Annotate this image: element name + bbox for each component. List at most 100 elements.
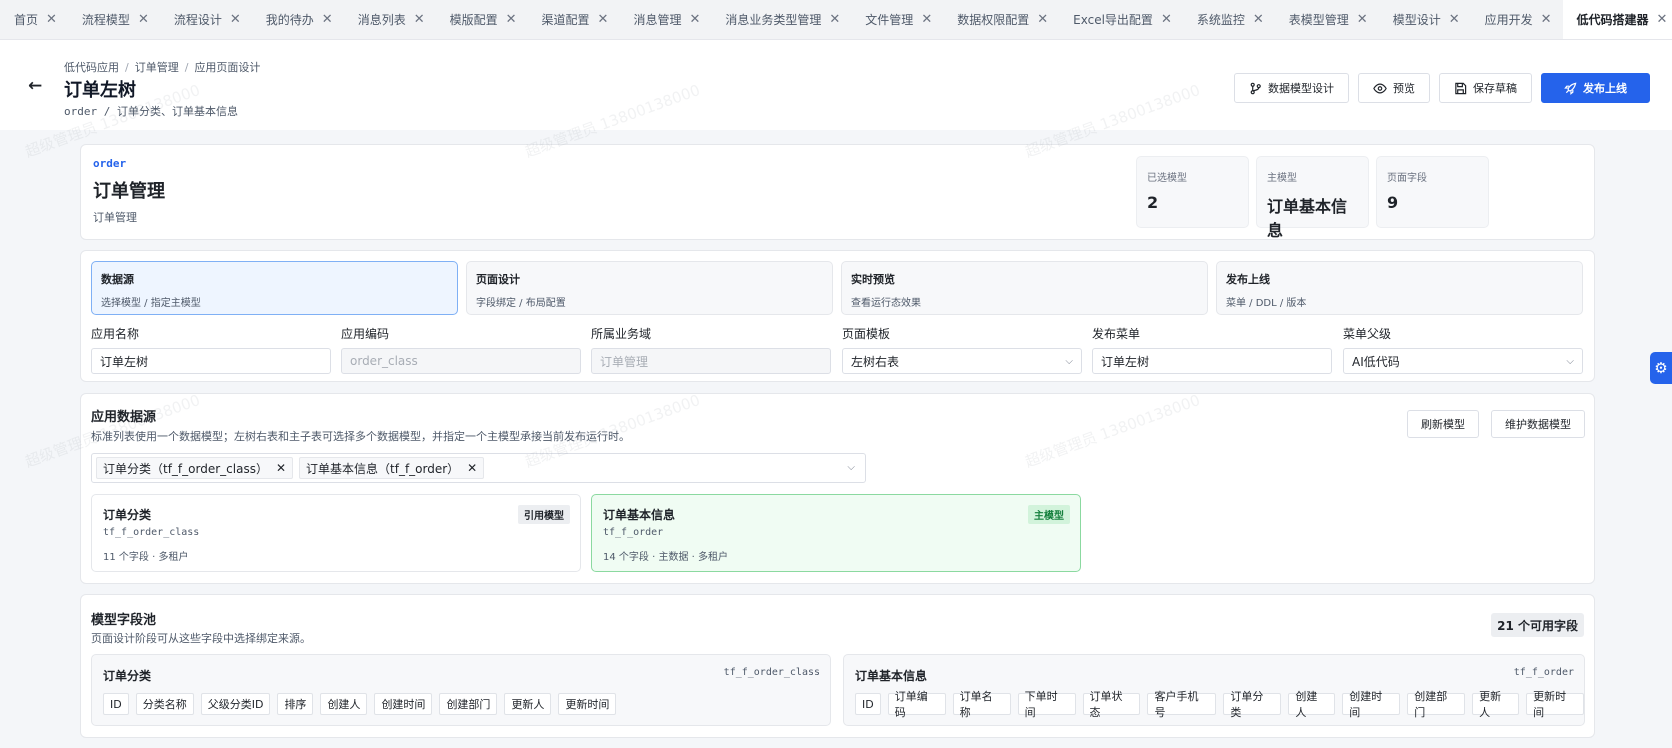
close-icon[interactable]: ✕ bbox=[230, 13, 241, 26]
maintain-models-button[interactable]: 维护数据模型 bbox=[1491, 410, 1585, 438]
field-template: 页面模板 左树右表 ⌵ bbox=[842, 325, 1082, 374]
close-icon[interactable]: ✕ bbox=[1449, 13, 1460, 26]
field-chip[interactable]: 创建人 bbox=[320, 693, 368, 715]
step-live-preview[interactable]: 实时预览 查看运行态效果 bbox=[841, 261, 1208, 315]
tab-system-monitor[interactable]: 系统监控 ✕ bbox=[1183, 0, 1275, 39]
field-chip[interactable]: 分类名称 bbox=[135, 693, 194, 715]
field-menu: 发布菜单 订单左树 bbox=[1092, 325, 1332, 374]
git-branch-icon bbox=[1249, 82, 1262, 95]
tab-process-design[interactable]: 流程设计 ✕ bbox=[160, 0, 252, 39]
config-card: 数据源 选择模型 / 指定主模型 页面设计 字段绑定 / 布局配置 实时预览 查… bbox=[80, 250, 1595, 382]
field-chip[interactable]: ID bbox=[855, 693, 881, 715]
tab-message-biz-type[interactable]: 消息业务类型管理 ✕ bbox=[711, 0, 851, 39]
close-icon[interactable]: ✕ bbox=[829, 13, 840, 26]
tab-data-permission[interactable]: 数据权限配置 ✕ bbox=[943, 0, 1059, 39]
field-chip[interactable]: 创建部门 bbox=[439, 693, 498, 715]
app-description: 订单管理 bbox=[93, 211, 137, 224]
model-card-order[interactable]: 订单基本信息 tf_f_order 14 个字段 · 主数据 · 多租户 主模型 bbox=[591, 494, 1081, 572]
tab-my-todo[interactable]: 我的待办 ✕ bbox=[252, 0, 344, 39]
breadcrumb-item: 应用页面设计 bbox=[194, 61, 261, 74]
save-icon bbox=[1454, 82, 1467, 95]
close-icon[interactable]: ✕ bbox=[1161, 13, 1172, 26]
field-parent-menu: 菜单父级 AI低代码 ⌵ bbox=[1343, 325, 1583, 374]
page-header: ← 低代码应用 / 订单管理 / 应用页面设计 订单左树 order / 订单分类、订单… bbox=[0, 40, 1672, 130]
breadcrumb-item[interactable]: 订单管理 bbox=[135, 61, 179, 74]
tab-process-model[interactable]: 流程模型 ✕ bbox=[68, 0, 160, 39]
reference-model-badge: 引用模型 bbox=[518, 505, 570, 524]
tab-model-design[interactable]: 模型设计 ✕ bbox=[1379, 0, 1471, 39]
tab-template-config[interactable]: 模版配置 ✕ bbox=[436, 0, 528, 39]
model-design-button[interactable]: 数据模型设计 bbox=[1234, 73, 1349, 103]
field-pool-card: 模型字段池 页面设计阶段可从这些字段中选择绑定来源。 21 个可用字段 订单分类… bbox=[80, 594, 1595, 738]
gear-icon[interactable]: ⚙ bbox=[1650, 352, 1672, 384]
close-icon[interactable]: ✕ bbox=[689, 13, 700, 26]
field-chip[interactable]: 订单编码 bbox=[887, 690, 946, 719]
chevron-down-icon: ⌵ bbox=[1065, 355, 1073, 367]
breadcrumb: 低代码应用 / 订单管理 / 应用页面设计 bbox=[64, 61, 261, 74]
close-icon[interactable]: ✕ bbox=[921, 13, 932, 26]
field-app-name: 应用名称 订单左树 bbox=[91, 325, 331, 374]
menu-input[interactable]: 订单左树 bbox=[1092, 348, 1332, 374]
breadcrumb-item[interactable]: 低代码应用 bbox=[64, 61, 119, 74]
close-icon[interactable]: ✕ bbox=[1657, 13, 1668, 26]
close-icon[interactable]: ✕ bbox=[1357, 13, 1368, 26]
close-icon[interactable]: ✕ bbox=[467, 461, 477, 475]
save-draft-button[interactable]: 保存草稿 bbox=[1439, 73, 1532, 103]
tab-home[interactable]: 首页 ✕ bbox=[0, 0, 68, 39]
field-chip[interactable]: 更新人 bbox=[1472, 690, 1520, 719]
field-chip[interactable]: 订单状态 bbox=[1082, 690, 1141, 719]
field-chip[interactable]: 订单名称 bbox=[952, 690, 1011, 719]
publish-button[interactable]: 发布上线 bbox=[1541, 73, 1650, 103]
field-chip[interactable]: 更新时间 bbox=[1526, 690, 1585, 719]
parent-menu-select[interactable]: AI低代码 ⌵ bbox=[1343, 348, 1583, 374]
close-icon[interactable]: ✕ bbox=[1037, 13, 1048, 26]
app-code-input: order_class bbox=[341, 348, 581, 374]
field-chip[interactable]: 父级分类ID bbox=[200, 693, 271, 715]
selected-model-tag: 订单分类（tf_f_order_class） ✕ bbox=[96, 457, 294, 479]
close-icon[interactable]: ✕ bbox=[46, 13, 57, 26]
preview-button[interactable]: 预览 bbox=[1358, 73, 1430, 103]
field-chip[interactable]: 客户手机号 bbox=[1147, 690, 1217, 719]
tab-lowcode-builder[interactable]: 低代码搭建器 ✕ bbox=[1562, 0, 1672, 39]
field-chip[interactable]: 创建部门 bbox=[1407, 690, 1466, 719]
close-icon[interactable]: ✕ bbox=[506, 13, 517, 26]
close-icon[interactable]: ✕ bbox=[1253, 13, 1264, 26]
back-arrow-icon[interactable]: ← bbox=[28, 76, 42, 96]
field-chip[interactable]: 排序 bbox=[277, 693, 314, 715]
refresh-models-button[interactable]: 刷新模型 bbox=[1407, 410, 1479, 438]
tab-message-list[interactable]: 消息列表 ✕ bbox=[344, 0, 436, 39]
page-title: 订单左树 bbox=[64, 80, 136, 101]
step-datasource[interactable]: 数据源 选择模型 / 指定主模型 bbox=[91, 261, 458, 315]
tab-message-manage[interactable]: 消息管理 ✕ bbox=[619, 0, 711, 39]
field-pool-title: 模型字段池 bbox=[91, 613, 157, 628]
close-icon[interactable]: ✕ bbox=[598, 13, 609, 26]
field-chip[interactable]: 订单分类 bbox=[1223, 690, 1282, 719]
close-icon[interactable]: ✕ bbox=[322, 13, 333, 26]
step-publish[interactable]: 发布上线 菜单 / DDL / 版本 bbox=[1216, 261, 1583, 315]
field-chip[interactable]: 更新人 bbox=[504, 693, 552, 715]
tab-table-model[interactable]: 表模型管理 ✕ bbox=[1275, 0, 1379, 39]
field-chip[interactable]: ID bbox=[103, 693, 129, 715]
datasource-title: 应用数据源 bbox=[91, 410, 157, 425]
field-chip[interactable]: 创建人 bbox=[1288, 690, 1336, 719]
field-group-order: 订单基本信息 tf_f_order ID 订单编码 订单名称 下单时间 订单状态… bbox=[843, 654, 1585, 726]
tab-excel-export[interactable]: Excel导出配置 ✕ bbox=[1059, 0, 1183, 39]
tab-app-dev[interactable]: 应用开发 ✕ bbox=[1471, 0, 1563, 39]
close-icon[interactable]: ✕ bbox=[138, 13, 149, 26]
close-icon[interactable]: ✕ bbox=[276, 461, 286, 475]
model-multiselect[interactable]: 订单分类（tf_f_order_class） ✕ 订单基本信息（tf_f_orde… bbox=[91, 453, 866, 483]
field-chip[interactable]: 更新时间 bbox=[558, 693, 617, 715]
close-icon[interactable]: ✕ bbox=[414, 13, 425, 26]
tab-channel-config[interactable]: 渠道配置 ✕ bbox=[528, 0, 620, 39]
app-name-input[interactable]: 订单左树 bbox=[91, 348, 331, 374]
page-subtitle: order / 订单分类、订单基本信息 bbox=[64, 105, 238, 118]
field-chip[interactable]: 创建时间 bbox=[1342, 690, 1401, 719]
tab-file-manage[interactable]: 文件管理 ✕ bbox=[851, 0, 943, 39]
main-model-badge: 主模型 bbox=[1028, 505, 1070, 524]
template-select[interactable]: 左树右表 ⌵ bbox=[842, 348, 1082, 374]
close-icon[interactable]: ✕ bbox=[1541, 13, 1552, 26]
field-chip[interactable]: 创建时间 bbox=[374, 693, 433, 715]
field-chip[interactable]: 下单时间 bbox=[1017, 690, 1076, 719]
model-card-order-class[interactable]: 订单分类 tf_f_order_class 11 个字段 · 多租户 引用模型 bbox=[91, 494, 581, 572]
step-page-design[interactable]: 页面设计 字段绑定 / 布局配置 bbox=[466, 261, 833, 315]
